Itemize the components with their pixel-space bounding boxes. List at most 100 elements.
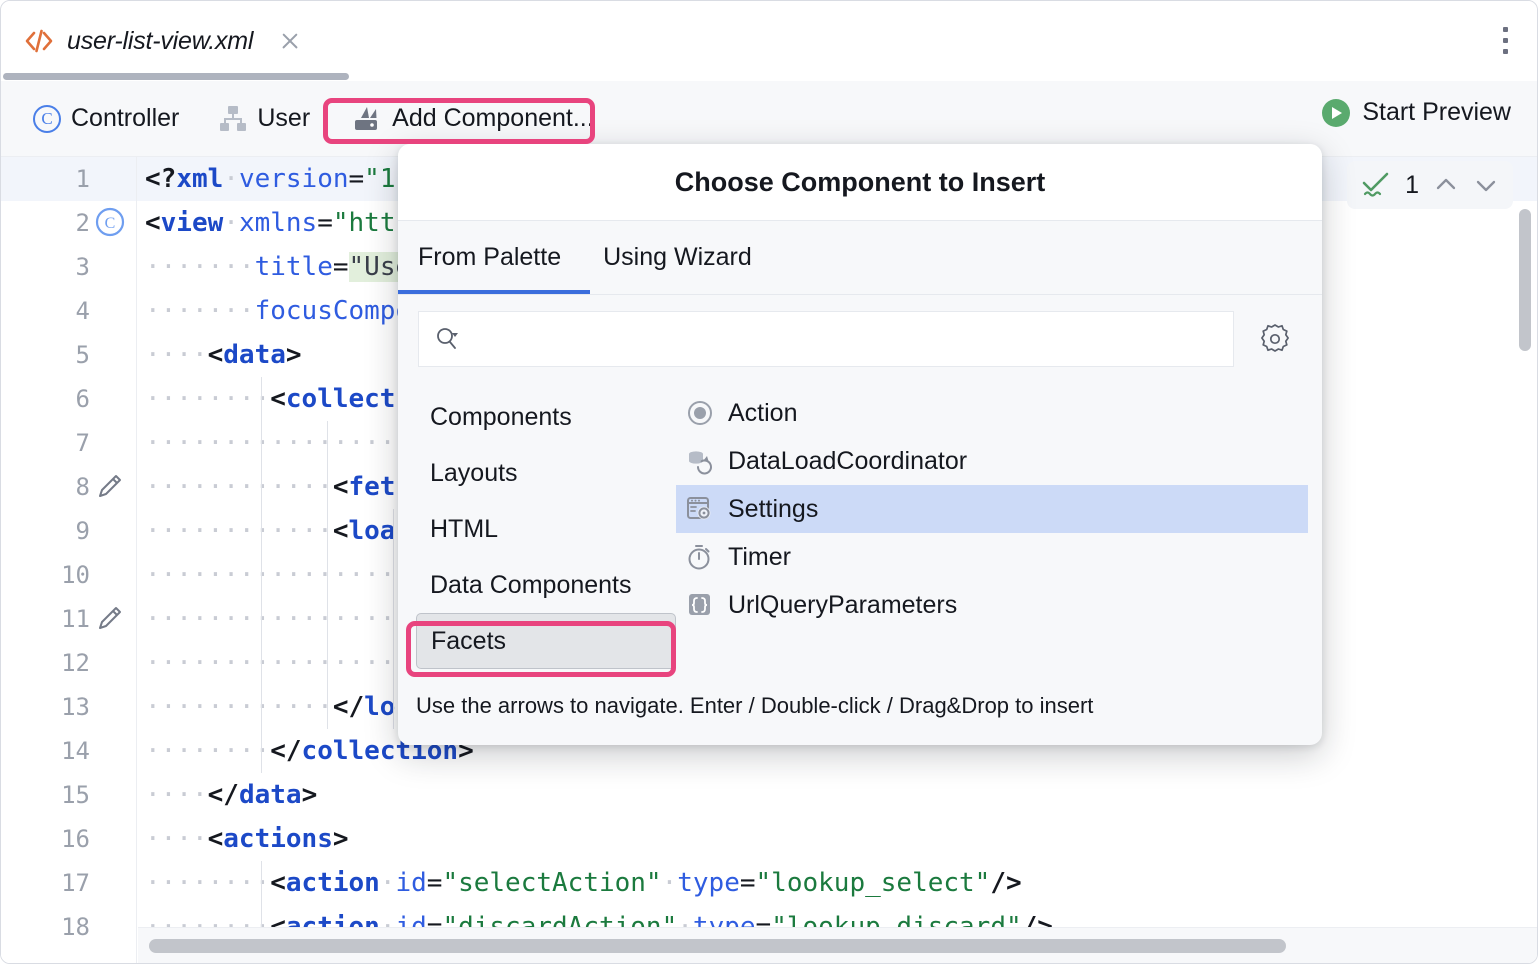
tab-from-palette[interactable]: From Palette — [418, 221, 561, 294]
gutter-line: 5 — [1, 333, 136, 377]
line-number: 10 — [34, 561, 90, 589]
palette-item-settings-label: Settings — [728, 495, 818, 524]
line-number: 6 — [34, 385, 90, 413]
category-data-components[interactable]: Data Components — [416, 557, 676, 613]
tab-title: user-list-view.xml — [67, 27, 253, 56]
tab-using-wizard[interactable]: Using Wizard — [603, 221, 752, 294]
add-component-label: Add Component... — [392, 104, 594, 133]
search-icon[interactable] — [435, 326, 461, 352]
line-number: 14 — [34, 737, 90, 765]
dialog-tab-bar: From Palette Using Wizard — [398, 221, 1322, 295]
gutter-line: 2 C — [1, 201, 136, 245]
gutter-marker — [90, 289, 136, 333]
more-options-icon[interactable] — [1503, 27, 1509, 57]
line-number: 15 — [34, 781, 90, 809]
category-components[interactable]: Components — [416, 389, 676, 445]
start-preview-button[interactable]: Start Preview — [1322, 98, 1511, 127]
line-number: 1 — [34, 165, 90, 193]
dialog-title: Choose Component to Insert — [398, 144, 1322, 221]
add-component-icon — [354, 106, 382, 132]
gutter-line: 10 — [1, 553, 136, 597]
copyright-circle-icon[interactable]: C — [90, 201, 136, 245]
palette-item-urlqueryparameters-label: UrlQueryParameters — [728, 591, 957, 620]
gutter-line: 14 — [1, 729, 136, 773]
gear-icon[interactable] — [1256, 320, 1294, 358]
inspection-count: 1 — [1405, 171, 1419, 200]
category-html[interactable]: HTML — [416, 501, 676, 557]
breadcrumb-user[interactable]: User — [215, 97, 314, 141]
gutter-line: 18 — [1, 905, 136, 949]
gutter-line: 3 — [1, 245, 136, 289]
breadcrumb-controller[interactable]: C Controller — [29, 97, 183, 141]
gutter-line: 16 — [1, 817, 136, 861]
gutter-marker — [90, 905, 136, 949]
pencil-icon[interactable] — [90, 597, 136, 641]
palette-item-list: Action DataLoadCoordinator — [676, 389, 1322, 707]
indent-guide — [393, 509, 394, 729]
category-layouts-label: Layouts — [430, 459, 518, 488]
line-number-gutter: 1 2 C 3 4 5 6 — [1, 157, 137, 964]
chevron-down-icon[interactable] — [1473, 172, 1499, 198]
gutter-line: 15 — [1, 773, 136, 817]
gutter-line: 17 — [1, 861, 136, 905]
search-input[interactable] — [461, 312, 1233, 366]
line-number: 3 — [34, 253, 90, 281]
category-list: Components Layouts HTML Data Components … — [398, 389, 676, 707]
gutter-marker[interactable] — [90, 157, 136, 201]
palette-item-urlqueryparameters[interactable]: UrlQueryParameters — [676, 581, 1308, 629]
close-icon[interactable] — [279, 30, 301, 52]
pencil-icon[interactable] — [90, 465, 136, 509]
chevron-up-icon[interactable] — [1433, 172, 1459, 198]
url-query-params-icon — [686, 591, 714, 619]
timer-icon — [686, 543, 714, 571]
dialog-hint: Use the arrows to navigate. Enter / Doub… — [416, 693, 1093, 719]
line-number: 12 — [34, 649, 90, 677]
xml-code-icon — [23, 25, 55, 57]
indent-guide — [261, 377, 262, 773]
code-line: ····</data> — [137, 773, 1538, 817]
category-facets[interactable]: Facets — [416, 613, 676, 669]
line-number: 17 — [34, 869, 90, 897]
gutter-marker — [90, 377, 136, 421]
gutter-line: 6 — [1, 377, 136, 421]
choose-component-dialog: Choose Component to Insert From Palette … — [398, 144, 1322, 745]
code-line: ········<action·id="selectAction"·type="… — [137, 861, 1538, 905]
editor-tab[interactable]: user-list-view.xml — [23, 13, 301, 69]
palette-item-dataloadcoordinator[interactable]: DataLoadCoordinator — [676, 437, 1308, 485]
line-number: 11 — [34, 605, 90, 633]
line-number: 13 — [34, 693, 90, 721]
search-box[interactable] — [418, 311, 1234, 367]
tab-bar: user-list-view.xml — [1, 1, 1538, 81]
gutter-line: 11 — [1, 597, 136, 641]
gutter-marker — [90, 861, 136, 905]
breadcrumb-user-label: User — [257, 104, 310, 133]
gutter-marker — [90, 333, 136, 377]
palette-item-action-label: Action — [728, 399, 797, 428]
category-html-label: HTML — [430, 515, 498, 544]
user-hierarchy-icon — [219, 106, 247, 132]
category-facets-label: Facets — [431, 627, 506, 656]
line-number: 8 — [34, 473, 90, 501]
tab-bar-scrollbar[interactable] — [3, 73, 349, 80]
palette-item-action[interactable]: Action — [676, 389, 1308, 437]
gutter-line: 12 — [1, 641, 136, 685]
gutter-line: 9 — [1, 509, 136, 553]
palette-item-timer[interactable]: Timer — [676, 533, 1308, 581]
gutter-marker — [90, 685, 136, 729]
copyright-circle-icon: C — [33, 105, 61, 133]
vertical-scrollbar[interactable] — [1519, 209, 1531, 351]
category-layouts[interactable]: Layouts — [416, 445, 676, 501]
settings-gear-icon — [686, 495, 714, 523]
gutter-marker — [90, 817, 136, 861]
palette-item-settings[interactable]: Settings — [676, 485, 1308, 533]
dialog-search-row — [398, 295, 1322, 377]
line-number: 18 — [34, 913, 90, 941]
gutter-marker — [90, 245, 136, 289]
gutter-marker — [90, 641, 136, 685]
editor-window: user-list-view.xml C Controller User — [0, 0, 1538, 964]
add-component-button[interactable]: Add Component... — [344, 97, 604, 141]
gutter-marker — [90, 773, 136, 817]
gutter-marker — [90, 729, 136, 773]
horizontal-scrollbar[interactable] — [149, 939, 1286, 953]
gutter-marker — [90, 509, 136, 553]
